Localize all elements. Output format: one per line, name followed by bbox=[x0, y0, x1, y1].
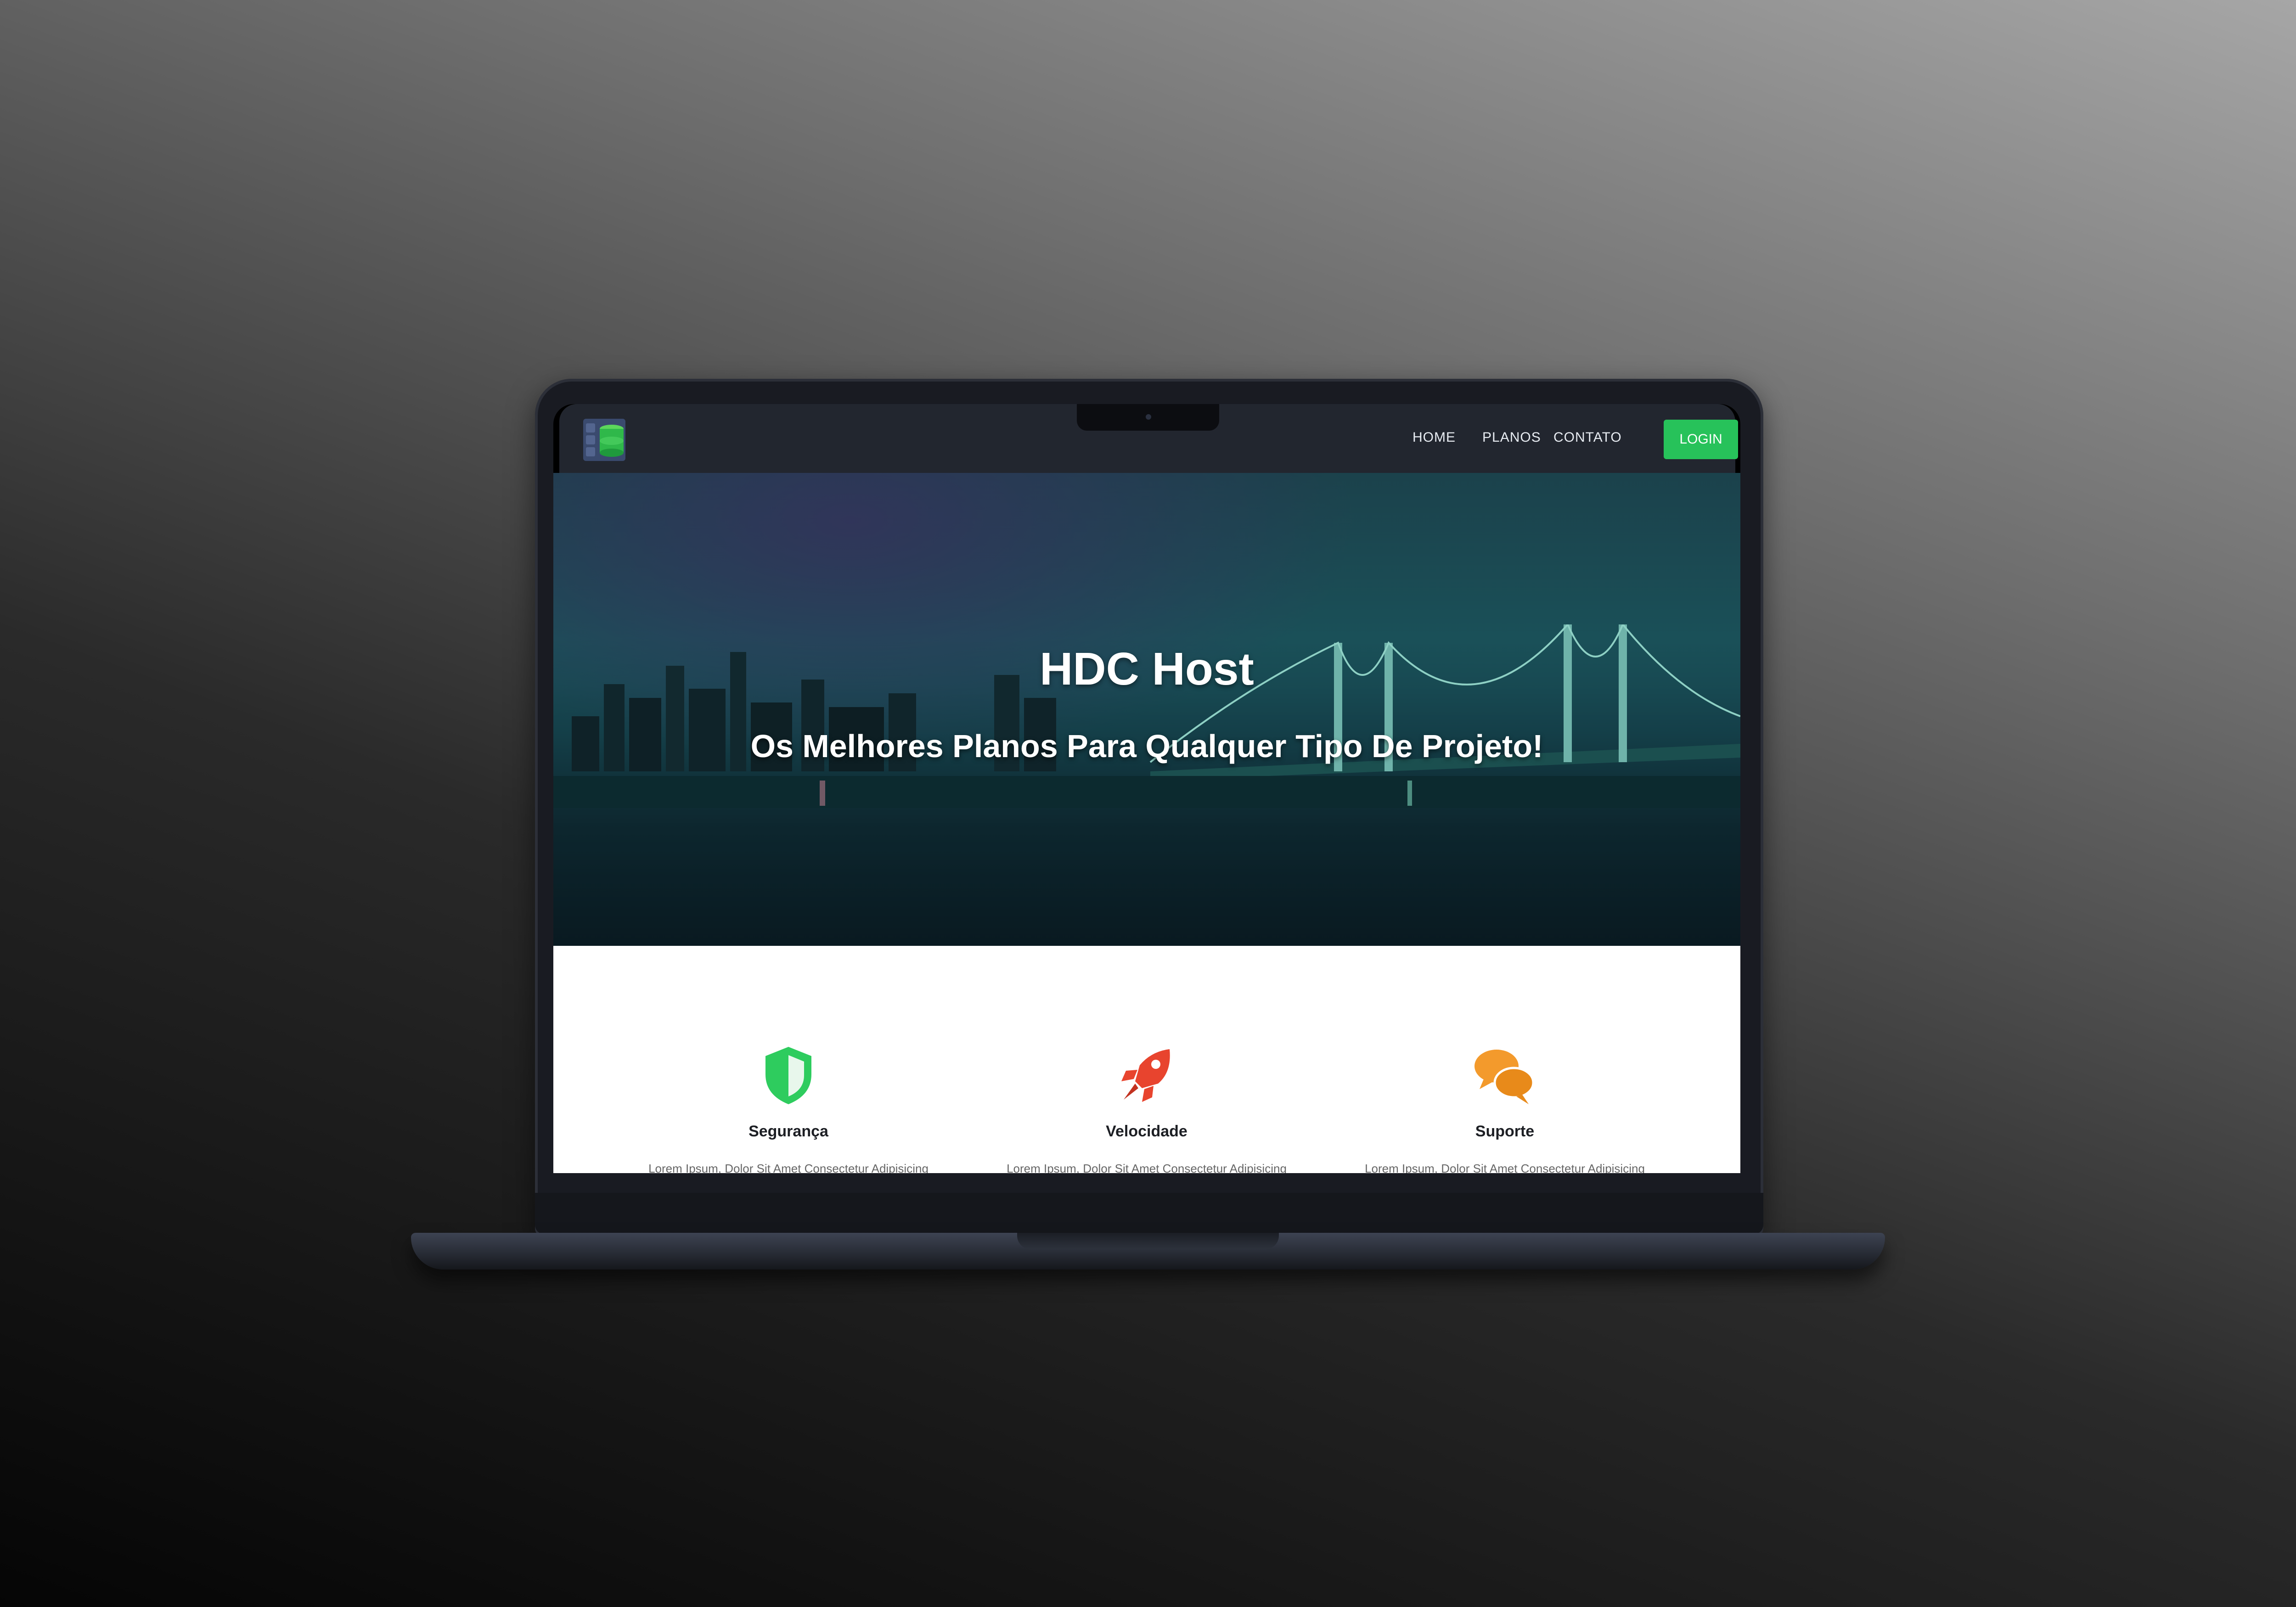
rocket-icon bbox=[1121, 1049, 1170, 1102]
hero-banner: HDC Host Os Melhores Planos Para Qualque… bbox=[553, 473, 1740, 946]
nav-contact-link[interactable]: CONTATO bbox=[1553, 430, 1622, 445]
features-section: Segurança Lorem Ipsum, Dolor Sit Amet Co… bbox=[553, 946, 1740, 1173]
feature-card-speed: Velocidade Lorem Ipsum, Dolor Sit Amet C… bbox=[968, 946, 1326, 1173]
laptop-base bbox=[411, 1233, 1885, 1270]
feature-card-support: Suporte Lorem Ipsum, Dolor Sit Amet Cons… bbox=[1326, 946, 1684, 1173]
feature-title: Segurança bbox=[748, 1123, 828, 1140]
feature-description: Lorem Ipsum, Dolor Sit Amet Consectetur … bbox=[1365, 1162, 1645, 1173]
feature-description: Lorem Ipsum, Dolor Sit Amet Consectetur … bbox=[648, 1162, 929, 1173]
screen-bottom-bezel bbox=[535, 1193, 1763, 1234]
feature-description: Lorem Ipsum, Dolor Sit Amet Consectetur … bbox=[1007, 1162, 1287, 1173]
hero-subtitle: Os Melhores Planos Para Qualquer Tipo De… bbox=[750, 728, 1543, 764]
laptop-screen: HOME PLANOS CONTATO LOGIN HDC Host Os Me… bbox=[553, 404, 1740, 1173]
shield-icon bbox=[765, 1047, 811, 1104]
trackpad-notch bbox=[1017, 1233, 1279, 1249]
hero-title: HDC Host bbox=[1040, 643, 1254, 695]
feature-title: Velocidade bbox=[1106, 1123, 1187, 1140]
login-button[interactable]: LOGIN bbox=[1664, 420, 1738, 459]
feature-title: Suporte bbox=[1475, 1123, 1535, 1140]
webcam-icon bbox=[1146, 414, 1151, 420]
nav-home-link[interactable]: HOME bbox=[1412, 430, 1456, 445]
chat-bubbles-icon bbox=[1474, 1050, 1535, 1104]
feature-card-security: Segurança Lorem Ipsum, Dolor Sit Amet Co… bbox=[609, 946, 968, 1173]
camera-notch bbox=[1077, 404, 1219, 431]
server-database-icon[interactable] bbox=[583, 419, 625, 461]
nav-plans-link[interactable]: PLANOS bbox=[1482, 430, 1541, 445]
